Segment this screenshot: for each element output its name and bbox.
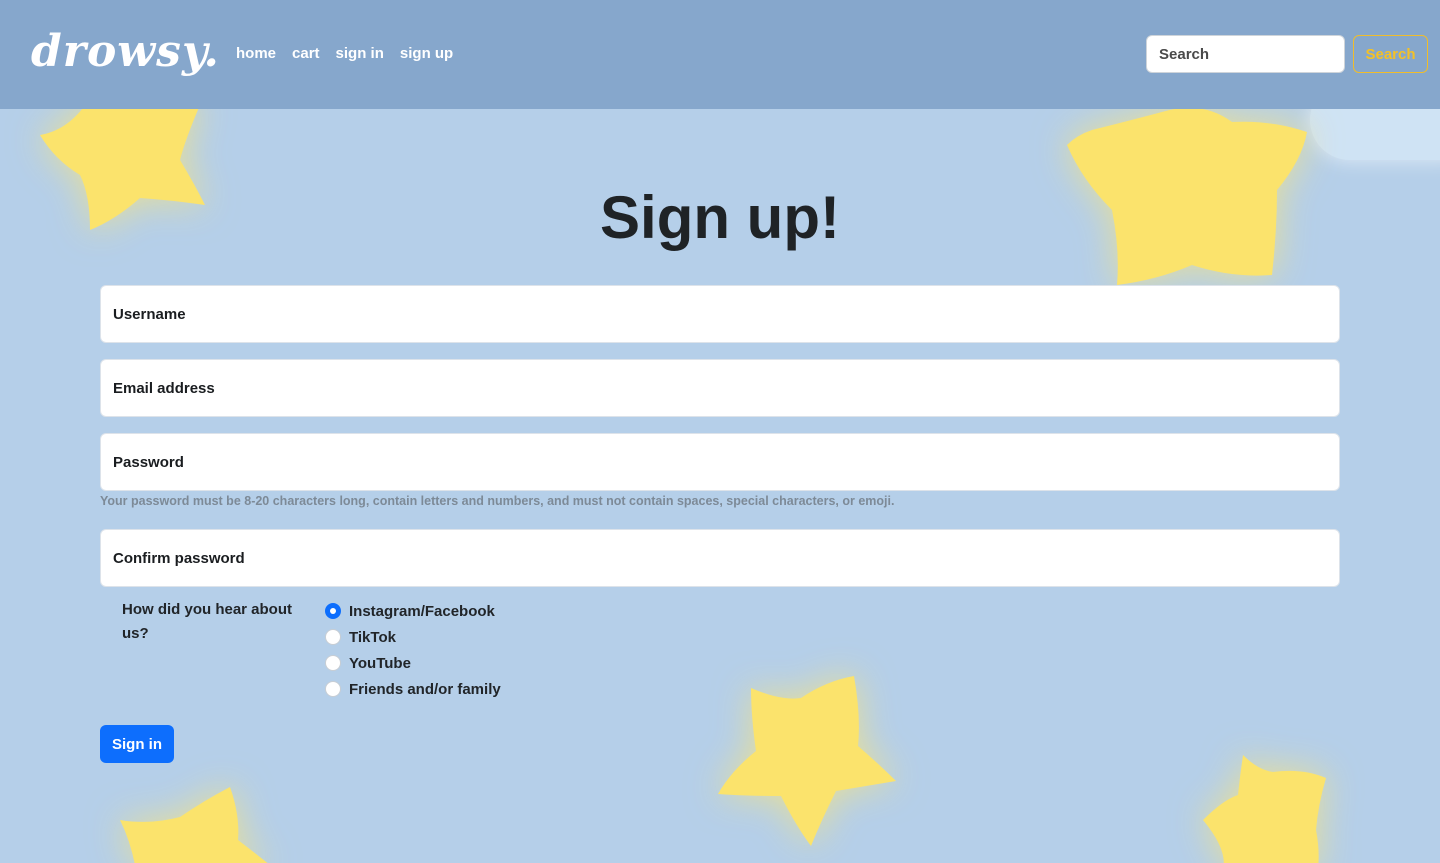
username-field[interactable] xyxy=(100,285,1340,343)
star-decoration xyxy=(716,676,898,848)
radio-button[interactable] xyxy=(325,681,341,697)
navbar: drowsy. home cart sign in sign up Search xyxy=(0,0,1440,109)
nav-link-home[interactable]: home xyxy=(236,44,276,64)
password-field[interactable] xyxy=(100,433,1340,491)
referral-radio-group: Instagram/Facebook TikTok YouTube Friend… xyxy=(325,598,501,702)
radio-button[interactable] xyxy=(325,655,341,671)
radio-option-friends-family[interactable]: Friends and/or family xyxy=(325,676,501,702)
radio-option-instagram-facebook[interactable]: Instagram/Facebook xyxy=(325,598,501,624)
radio-label: Instagram/Facebook xyxy=(349,602,495,620)
radio-label: Friends and/or family xyxy=(349,680,501,698)
sign-in-button[interactable]: Sign in xyxy=(100,725,174,763)
radio-button[interactable] xyxy=(325,603,341,619)
password-help-text: Your password must be 8-20 characters lo… xyxy=(100,494,895,508)
radio-option-youtube[interactable]: YouTube xyxy=(325,650,501,676)
nav-link-cart[interactable]: cart xyxy=(292,44,320,64)
radio-label: TikTok xyxy=(349,628,396,646)
nav-link-sign-up[interactable]: sign up xyxy=(400,44,453,64)
radio-label: YouTube xyxy=(349,654,411,672)
star-decoration xyxy=(120,785,270,863)
radio-button[interactable] xyxy=(325,629,341,645)
brand-logo[interactable]: drowsy. xyxy=(31,24,220,80)
referral-label: How did you hear about us? xyxy=(122,601,293,642)
radio-option-tiktok[interactable]: TikTok xyxy=(325,624,501,650)
search-input[interactable] xyxy=(1146,35,1345,73)
page-title: Sign up! xyxy=(600,184,840,251)
confirm-password-field[interactable] xyxy=(100,529,1340,587)
nav-links: home cart sign in sign up xyxy=(236,44,453,64)
star-decoration xyxy=(1198,750,1328,863)
nav-link-sign-in[interactable]: sign in xyxy=(336,44,384,64)
email-field[interactable] xyxy=(100,359,1340,417)
search-button[interactable]: Search xyxy=(1353,35,1428,73)
